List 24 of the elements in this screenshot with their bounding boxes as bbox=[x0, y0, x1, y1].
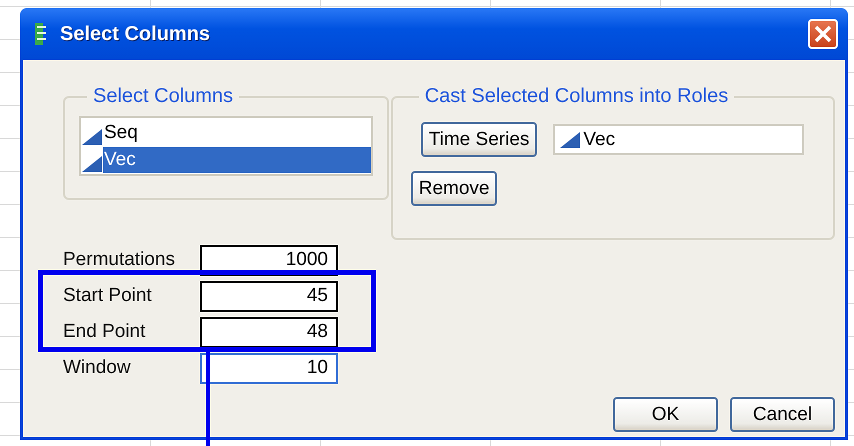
close-button[interactable] bbox=[808, 19, 838, 49]
ok-button[interactable]: OK bbox=[613, 397, 718, 432]
app-icon bbox=[34, 22, 48, 46]
group-title: Select Columns bbox=[92, 85, 234, 108]
field-label: Start Point bbox=[63, 285, 153, 307]
field-label: End Point bbox=[63, 321, 146, 343]
column-item[interactable]: Seq bbox=[103, 120, 371, 146]
close-icon bbox=[814, 25, 832, 43]
cancel-button[interactable]: Cancel bbox=[730, 397, 835, 432]
remove-button[interactable]: Remove bbox=[410, 171, 498, 206]
column-name: Vec bbox=[583, 128, 616, 150]
role-button[interactable]: Time Series bbox=[420, 122, 538, 157]
continuous-column-icon bbox=[81, 155, 103, 173]
group-title: Cast Selected Columns into Roles bbox=[424, 85, 730, 108]
number-field[interactable]: 45 bbox=[200, 280, 338, 312]
column-item[interactable]: Vec bbox=[103, 147, 371, 173]
continuous-column-icon bbox=[81, 128, 103, 146]
number-field[interactable]: 48 bbox=[200, 316, 338, 348]
window-title: Select Columns bbox=[60, 22, 212, 46]
role-column-field[interactable]: Vec bbox=[553, 124, 804, 155]
continuous-column-icon bbox=[559, 130, 582, 148]
number-field[interactable]: 10 bbox=[200, 352, 338, 384]
field-label: Permutations bbox=[63, 249, 176, 271]
field-label: Window bbox=[63, 357, 132, 379]
